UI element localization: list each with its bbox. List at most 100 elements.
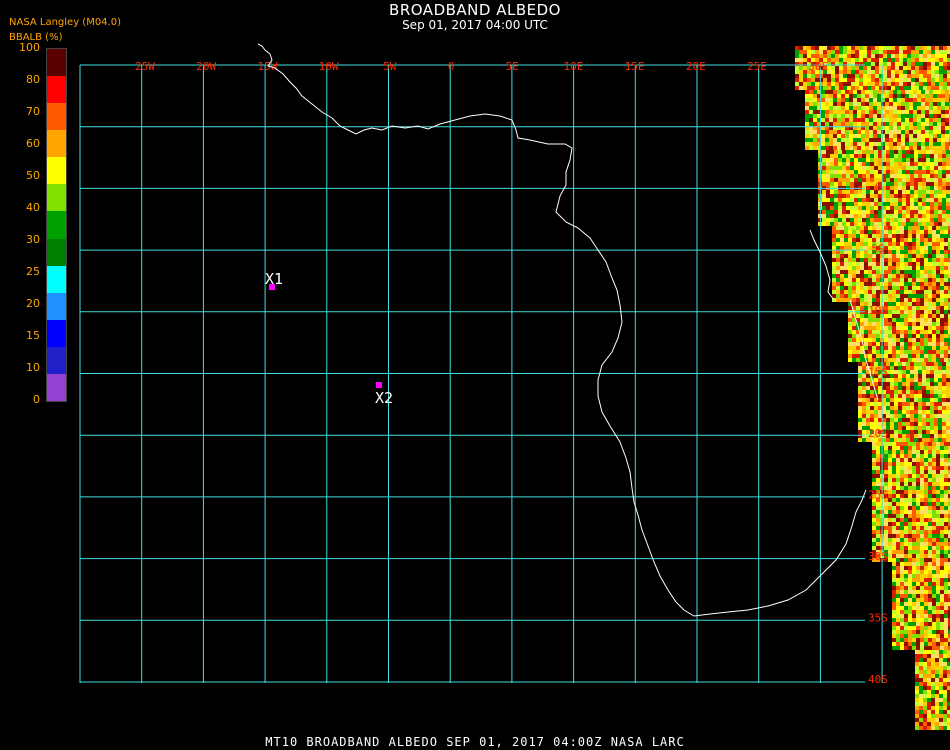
satellite-pixel bbox=[922, 150, 926, 154]
satellite-pixel bbox=[863, 74, 867, 78]
satellite-pixel bbox=[944, 546, 948, 550]
satellite-pixel bbox=[875, 74, 879, 78]
satellite-pixel bbox=[908, 470, 912, 474]
satellite-pixel bbox=[905, 138, 909, 142]
satellite-pixel bbox=[939, 690, 943, 694]
satellite-pixel bbox=[912, 530, 916, 534]
satellite-pixel bbox=[916, 574, 920, 578]
satellite-pixel bbox=[920, 242, 924, 246]
satellite-pixel bbox=[920, 602, 924, 606]
satellite-pixel bbox=[914, 162, 918, 166]
satellite-pixel bbox=[904, 310, 908, 314]
satellite-pixel bbox=[916, 338, 920, 342]
satellite-pixel bbox=[911, 50, 915, 54]
satellite-pixel bbox=[944, 330, 948, 334]
satellite-pixel bbox=[926, 174, 930, 178]
satellite-pixel bbox=[830, 198, 834, 202]
satellite-pixel bbox=[852, 334, 856, 338]
satellite-pixel bbox=[891, 54, 895, 58]
satellite-pixel bbox=[928, 586, 932, 590]
satellite-pixel bbox=[908, 558, 912, 562]
satellite-pixel bbox=[856, 358, 860, 362]
satellite-pixel bbox=[930, 406, 934, 410]
satellite-pixel bbox=[847, 54, 851, 58]
satellite-pixel bbox=[838, 198, 842, 202]
satellite-pixel bbox=[940, 550, 944, 554]
satellite-pixel bbox=[896, 506, 900, 510]
satellite-pixel bbox=[927, 674, 931, 678]
satellite-pixel bbox=[868, 330, 872, 334]
satellite-pixel bbox=[874, 414, 878, 418]
satellite-pixel bbox=[856, 254, 860, 258]
satellite-pixel bbox=[860, 326, 864, 330]
satellite-pixel bbox=[892, 490, 896, 494]
satellite-pixel bbox=[857, 98, 861, 102]
satellite-pixel bbox=[928, 234, 932, 238]
satellite-pixel bbox=[908, 242, 912, 246]
satellite-pixel bbox=[908, 254, 912, 258]
satellite-pixel bbox=[931, 62, 935, 66]
satellite-pixel bbox=[886, 166, 890, 170]
satellite-pixel bbox=[918, 410, 922, 414]
satellite-pixel bbox=[825, 118, 829, 122]
satellite-pixel bbox=[898, 150, 902, 154]
satellite-pixel bbox=[862, 182, 866, 186]
satellite-pixel bbox=[888, 258, 892, 262]
satellite-pixel bbox=[944, 334, 948, 338]
satellite-pixel bbox=[936, 314, 940, 318]
satellite-pixel bbox=[933, 98, 937, 102]
satellite-pixel bbox=[891, 46, 895, 50]
satellite-pixel bbox=[876, 466, 880, 470]
satellite-pixel bbox=[893, 94, 897, 98]
satellite-pixel bbox=[805, 114, 809, 118]
satellite-pixel bbox=[924, 486, 928, 490]
satellite-pixel bbox=[912, 290, 916, 294]
satellite-pixel bbox=[916, 630, 920, 634]
satellite-pixel bbox=[870, 158, 874, 162]
satellite-pixel bbox=[921, 142, 925, 146]
satellite-pixel bbox=[901, 138, 905, 142]
satellite-pixel bbox=[943, 718, 947, 722]
satellite-pixel bbox=[837, 106, 841, 110]
satellite-pixel bbox=[864, 326, 868, 330]
satellite-pixel bbox=[856, 226, 860, 230]
satellite-pixel bbox=[929, 118, 933, 122]
satellite-pixel bbox=[930, 426, 934, 430]
satellite-pixel bbox=[898, 214, 902, 218]
satellite-pixel bbox=[910, 186, 914, 190]
satellite-pixel bbox=[904, 302, 908, 306]
satellite-pixel bbox=[845, 90, 849, 94]
satellite-pixel bbox=[938, 418, 942, 422]
satellite-pixel bbox=[852, 270, 856, 274]
satellite-pixel bbox=[942, 182, 946, 186]
satellite-pixel bbox=[940, 566, 944, 570]
satellite-pixel bbox=[920, 526, 924, 530]
satellite-pixel bbox=[944, 326, 948, 330]
satellite-pixel bbox=[904, 538, 908, 542]
satellite-pixel bbox=[920, 290, 924, 294]
satellite-pixel bbox=[914, 402, 918, 406]
satellite-pixel bbox=[918, 154, 922, 158]
satellite-pixel bbox=[906, 222, 910, 226]
satellite-pixel bbox=[898, 182, 902, 186]
satellite-pixel bbox=[930, 210, 934, 214]
satellite-pixel bbox=[900, 638, 904, 642]
satellite-pixel bbox=[842, 150, 846, 154]
satellite-pixel bbox=[944, 522, 948, 526]
satellite-pixel bbox=[862, 166, 866, 170]
satellite-pixel bbox=[898, 202, 902, 206]
satellite-pixel bbox=[875, 66, 879, 70]
satellite-pixel bbox=[927, 86, 931, 90]
satellite-pixel bbox=[905, 142, 909, 146]
station-marker[interactable] bbox=[376, 382, 382, 388]
satellite-pixel bbox=[936, 646, 940, 650]
satellite-pixel bbox=[917, 106, 921, 110]
satellite-pixel bbox=[900, 642, 904, 646]
satellite-pixel bbox=[932, 478, 936, 482]
satellite-pixel bbox=[908, 350, 912, 354]
satellite-pixel bbox=[938, 170, 942, 174]
satellite-pixel bbox=[912, 494, 916, 498]
satellite-pixel bbox=[944, 626, 948, 630]
satellite-pixel bbox=[905, 122, 909, 126]
satellite-pixel bbox=[937, 126, 941, 130]
